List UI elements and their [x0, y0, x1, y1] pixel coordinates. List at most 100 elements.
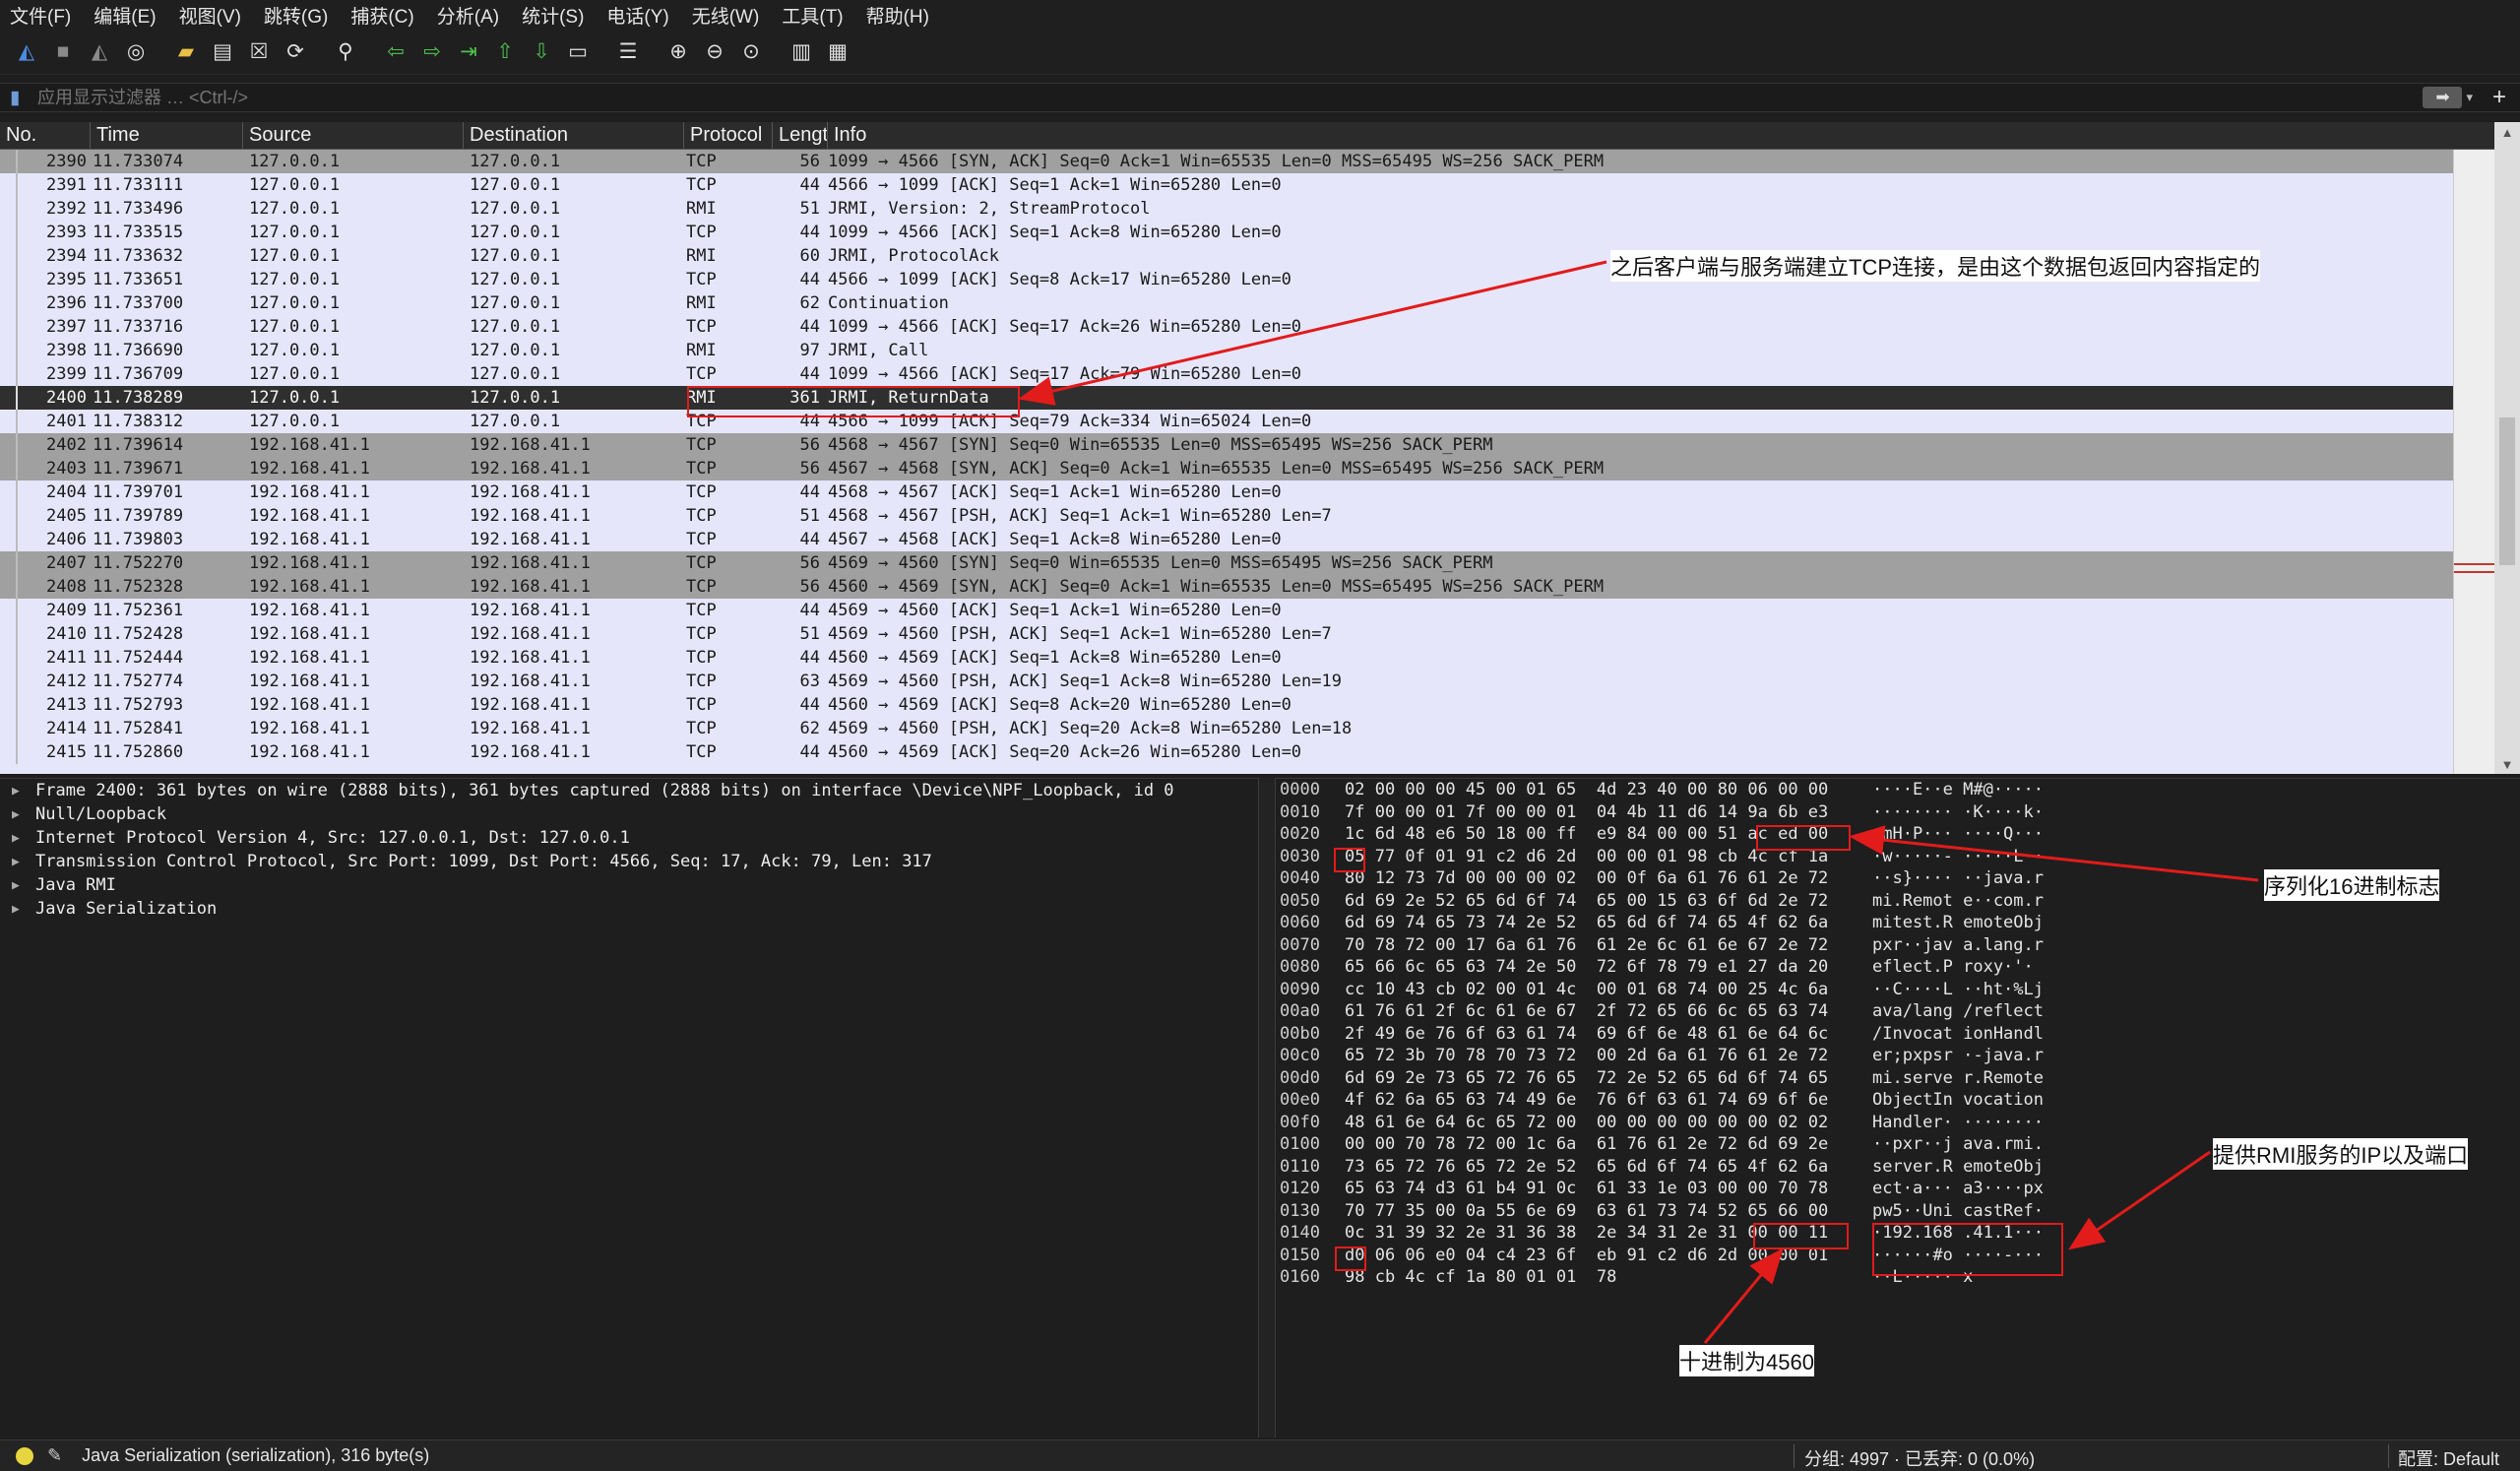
- apply-filter-button[interactable]: ➡: [2423, 87, 2463, 108]
- detail-tree-item[interactable]: ▶ Null/Loopback: [0, 802, 1258, 826]
- hex-ascii[interactable]: ····E··e M#@·····: [1858, 780, 2055, 799]
- packet-list-minimap[interactable]: [2453, 150, 2495, 774]
- packet-row[interactable]: 2396 11.733700 127.0.0.1 127.0.0.1 RMI 62 Cont…: [0, 291, 2453, 315]
- hex-ascii[interactable]: mi.serve r.Remote: [1858, 1068, 2055, 1088]
- packet-row[interactable]: 2409 11.752361 192.168.41.1 192.168.41.1 TCP…: [0, 599, 2453, 622]
- zoom-out-icon[interactable]: ⊖: [700, 37, 729, 67]
- profile-label[interactable]: 配置: Default: [2398, 1445, 2499, 1471]
- packet-row[interactable]: 2407 11.752270 192.168.41.1 192.168.41.1 TCP…: [0, 551, 2453, 575]
- packet-row[interactable]: 2405 11.739789 192.168.41.1 192.168.41.1 TCP…: [0, 504, 2453, 528]
- first-packet-icon[interactable]: ⇧: [490, 37, 520, 67]
- hex-bytes[interactable]: 4f 62 6a 65 63 74 49 6e 76 6f 63 61 74 6…: [1333, 1090, 1858, 1110]
- detail-tree-item[interactable]: ▶ Transmission Control Protocol, Src Port…: [0, 850, 1258, 873]
- detail-tree-item[interactable]: ▶ Frame 2400: 361 bytes on wire (2888 bit…: [0, 779, 1258, 802]
- hex-bytes[interactable]: 65 63 74 d3 61 b4 91 0c 61 33 1e 03 00 0…: [1333, 1179, 1858, 1198]
- capture-comment-icon[interactable]: ✎: [47, 1445, 62, 1466]
- go-to-packet-icon[interactable]: ⇥: [454, 37, 483, 67]
- pane-splitter[interactable]: [1258, 778, 1276, 1438]
- packet-row[interactable]: 2398 11.736690 127.0.0.1 127.0.0.1 RMI 97 JRMI…: [0, 339, 2453, 362]
- hex-ascii[interactable]: server.R emoteObj: [1858, 1157, 2055, 1177]
- scroll-down-arrow-icon[interactable]: ▼: [2494, 754, 2520, 774]
- column-header-info[interactable]: Info: [828, 122, 2520, 150]
- hex-ascii[interactable]: mitest.R emoteObj: [1858, 913, 2055, 932]
- column-header-source[interactable]: Source: [243, 121, 464, 150]
- filter-history-dropdown-icon[interactable]: ▾: [2466, 90, 2473, 105]
- expert-info-indicator-icon[interactable]: [16, 1446, 33, 1465]
- hex-ascii[interactable]: ··C····L ··ht·%Lj: [1858, 980, 2055, 999]
- layout-icon[interactable]: ▦: [823, 37, 852, 67]
- hex-bytes[interactable]: 73 65 72 76 65 72 2e 52 65 6d 6f 74 65 4…: [1333, 1157, 1858, 1177]
- zoom-normal-icon[interactable]: ⊙: [736, 37, 766, 67]
- packet-row[interactable]: 2414 11.752841 192.168.41.1 192.168.41.1 TCP…: [0, 717, 2453, 740]
- hex-bytes[interactable]: 02 00 00 00 45 00 01 65 4d 23 40 00 80 0…: [1333, 780, 1858, 799]
- hex-bytes[interactable]: 98 cb 4c cf 1a 80 01 01 78: [1333, 1267, 1858, 1287]
- capture-options-icon[interactable]: ◎: [121, 37, 151, 67]
- packet-row[interactable]: 2412 11.752774 192.168.41.1 192.168.41.1 TCP…: [0, 670, 2453, 693]
- menu-item[interactable]: 工具(T): [782, 2, 843, 29]
- packet-row[interactable]: 2397 11.733716 127.0.0.1 127.0.0.1 TCP 44 1099…: [0, 315, 2453, 339]
- filter-bookmark-icon[interactable]: ▮: [10, 87, 28, 108]
- hex-bytes[interactable]: cc 10 43 cb 02 00 01 4c 00 01 68 74 00 2…: [1333, 980, 1858, 999]
- hex-ascii[interactable]: pxr··jav a.lang.r: [1858, 935, 2055, 955]
- last-packet-icon[interactable]: ⇩: [527, 37, 556, 67]
- packet-row[interactable]: 2406 11.739803 192.168.41.1 192.168.41.1 TCP…: [0, 528, 2453, 551]
- menu-item[interactable]: 编辑(E): [94, 2, 156, 29]
- packet-row[interactable]: 2401 11.738312 127.0.0.1 127.0.0.1 TCP 44 4566…: [0, 410, 2453, 433]
- hex-bytes[interactable]: 65 66 6c 65 63 74 2e 50 72 6f 78 79 e1 2…: [1333, 957, 1858, 977]
- packet-row[interactable]: 2404 11.739701 192.168.41.1 192.168.41.1 TCP…: [0, 480, 2453, 504]
- hex-ascii[interactable]: mi.Remot e··com.r: [1858, 891, 2055, 911]
- scroll-up-arrow-icon[interactable]: ▲: [2494, 122, 2520, 142]
- menu-item[interactable]: 帮助(H): [866, 2, 929, 29]
- hex-ascii[interactable]: ·w·····- ·····L··: [1858, 847, 2055, 866]
- hex-bytes[interactable]: 80 12 73 7d 00 00 00 02 00 0f 6a 61 76 6…: [1333, 868, 1858, 888]
- hex-ascii[interactable]: ·mH·P··· ····Q···: [1858, 824, 2055, 844]
- hex-ascii[interactable]: ··pxr··j ava.rmi.: [1858, 1134, 2055, 1154]
- expand-arrow-icon[interactable]: ▶: [12, 807, 35, 822]
- find-packet-icon[interactable]: ⚲: [331, 37, 360, 67]
- menu-item[interactable]: 文件(F): [10, 2, 71, 29]
- expand-arrow-icon[interactable]: ▶: [12, 784, 35, 799]
- column-header-no[interactable]: No.: [0, 121, 91, 150]
- menu-item[interactable]: 视图(V): [179, 2, 241, 29]
- resize-columns-icon[interactable]: ▥: [787, 37, 816, 67]
- menu-item[interactable]: 无线(W): [692, 2, 760, 29]
- menu-item[interactable]: 跳转(G): [264, 2, 328, 29]
- hex-ascii[interactable]: ava/lang /reflect: [1858, 1001, 2055, 1021]
- hex-ascii[interactable]: /Invocat ionHandl: [1858, 1024, 2055, 1044]
- packet-row[interactable]: 2393 11.733515 127.0.0.1 127.0.0.1 TCP 44 1099…: [0, 221, 2453, 244]
- hex-ascii[interactable]: eflect.P roxy·'·: [1858, 957, 2055, 977]
- detail-tree-item[interactable]: ▶ Internet Protocol Version 4, Src: 127.0…: [0, 826, 1258, 850]
- hex-bytes[interactable]: 70 77 35 00 0a 55 6e 69 63 61 73 74 52 6…: [1333, 1201, 1858, 1221]
- detail-tree-item[interactable]: ▶ Java RMI: [0, 873, 1258, 897]
- stop-capture-icon[interactable]: ■: [48, 37, 78, 67]
- zoom-in-icon[interactable]: ⊕: [663, 37, 693, 67]
- colorize-icon[interactable]: ☰: [613, 37, 643, 67]
- packet-row[interactable]: 2415 11.752860 192.168.41.1 192.168.41.1 TCP…: [0, 740, 2453, 764]
- menu-item[interactable]: 统计(S): [522, 2, 584, 29]
- hex-bytes[interactable]: 6d 69 74 65 73 74 2e 52 65 6d 6f 74 65 4…: [1333, 913, 1858, 932]
- menu-item[interactable]: 电话(Y): [606, 2, 668, 29]
- hex-ascii[interactable]: ect·a··· a3····px: [1858, 1179, 2055, 1198]
- column-header-time[interactable]: Time: [91, 121, 243, 150]
- packet-row[interactable]: 2399 11.736709 127.0.0.1 127.0.0.1 TCP 44 1099…: [0, 362, 2453, 386]
- menu-item[interactable]: 捕获(C): [350, 2, 413, 29]
- hex-ascii[interactable]: er;pxpsr ·-java.r: [1858, 1046, 2055, 1065]
- hex-ascii[interactable]: pw5··Uni castRef·: [1858, 1201, 2055, 1221]
- packet-row[interactable]: 2411 11.752444 192.168.41.1 192.168.41.1 TCP…: [0, 646, 2453, 670]
- expand-arrow-icon[interactable]: ▶: [12, 855, 35, 869]
- menu-item[interactable]: 分析(A): [437, 2, 499, 29]
- shark-fin-start-icon[interactable]: ◭: [12, 37, 41, 67]
- detail-tree-item[interactable]: ▶ Java Serialization: [0, 897, 1258, 921]
- restart-capture-icon[interactable]: ◭: [85, 37, 114, 67]
- hex-bytes[interactable]: 6d 69 2e 73 65 72 76 65 72 2e 52 65 6d 6…: [1333, 1068, 1858, 1088]
- hex-bytes[interactable]: 7f 00 00 01 7f 00 00 01 04 4b 11 d6 14 9…: [1333, 802, 1858, 822]
- hex-bytes[interactable]: 65 72 3b 70 78 70 73 72 00 2d 6a 61 76 6…: [1333, 1046, 1858, 1065]
- go-forward-icon[interactable]: ⇨: [417, 37, 447, 67]
- packet-row[interactable]: 2390 11.733074 127.0.0.1 127.0.0.1 TCP 56 1099…: [0, 150, 2453, 173]
- packet-row[interactable]: 2410 11.752428 192.168.41.1 192.168.41.1 TCP…: [0, 622, 2453, 646]
- packet-row[interactable]: 2408 11.752328 192.168.41.1 192.168.41.1 TCP…: [0, 575, 2453, 599]
- scroll-thumb[interactable]: [2499, 417, 2515, 565]
- hex-ascii[interactable]: Handler· ········: [1858, 1113, 2055, 1132]
- reload-file-icon[interactable]: ⟳: [281, 37, 310, 67]
- column-header-protocol[interactable]: Protocol: [684, 121, 773, 150]
